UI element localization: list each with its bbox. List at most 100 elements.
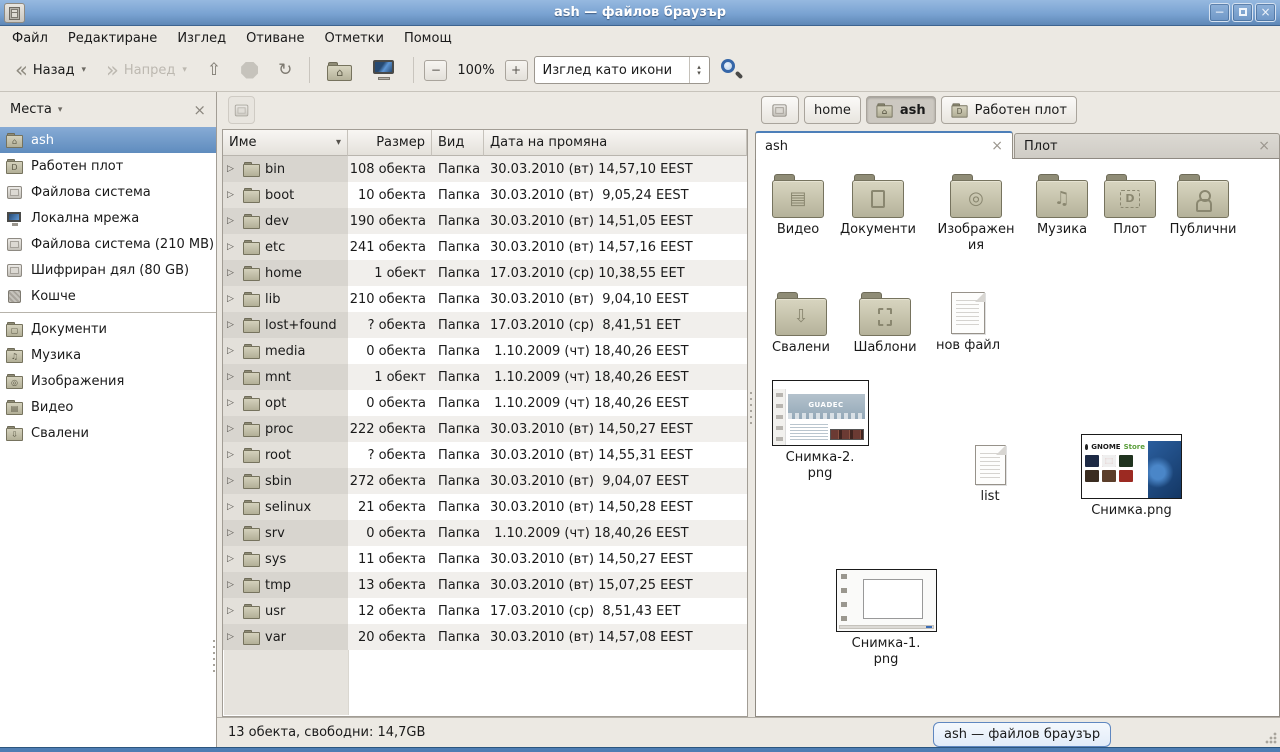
- sidebar-place-item[interactable]: D Работен плот: [0, 153, 216, 179]
- expander-icon[interactable]: ▷: [227, 294, 239, 304]
- pane-splitter-handle[interactable]: [749, 392, 754, 426]
- sidebar-place-item[interactable]: Файлова система (210 MB): [0, 231, 216, 257]
- search-button[interactable]: [720, 58, 744, 82]
- expander-icon[interactable]: ▷: [227, 502, 239, 512]
- table-row[interactable]: ▷ lib 210 обекта Папка 30.03.2010 (вт) 9…: [223, 286, 747, 312]
- back-history-dropdown-icon[interactable]: ▾: [81, 65, 86, 75]
- expander-icon[interactable]: ▷: [227, 320, 239, 330]
- sidebar-place-item[interactable]: ▢ Документи: [0, 316, 216, 342]
- tab-ash[interactable]: ash ×: [755, 131, 1013, 159]
- zoom-in-button[interactable]: +: [505, 60, 528, 81]
- minimize-button[interactable]: −: [1209, 3, 1230, 22]
- icon-view[interactable]: ▤ Видео Документи ◎ Изображен ия ♫ Музик…: [755, 158, 1280, 717]
- column-header-name[interactable]: Име ▾: [223, 130, 348, 156]
- column-header-date[interactable]: Дата на промяна: [484, 130, 747, 156]
- tab-close-icon[interactable]: ×: [991, 138, 1003, 154]
- expander-icon[interactable]: ▷: [227, 372, 239, 382]
- table-row[interactable]: ▷ var 20 обекта Папка 30.03.2010 (вт) 14…: [223, 624, 747, 650]
- expander-icon[interactable]: ▷: [227, 398, 239, 408]
- icon-item-templates[interactable]: Шаблони: [843, 292, 927, 356]
- stop-button[interactable]: [234, 59, 265, 82]
- table-row[interactable]: ▷ usr 12 обекта Папка 17.03.2010 (ср) 8,…: [223, 598, 747, 624]
- icon-item-public[interactable]: Публични: [1161, 174, 1245, 238]
- sidebar-place-item[interactable]: ▤ Видео: [0, 394, 216, 420]
- sidebar-splitter-handle[interactable]: [212, 640, 217, 674]
- menu-item[interactable]: Изглед: [167, 29, 236, 48]
- icon-item-snimka-1[interactable]: Снимка-1. png: [830, 569, 942, 667]
- expander-icon[interactable]: ▷: [227, 424, 239, 434]
- table-row[interactable]: ▷ bin 108 обекта Папка 30.03.2010 (вт) 1…: [223, 156, 747, 182]
- column-header-type[interactable]: Вид: [432, 130, 484, 156]
- icon-item-documents[interactable]: Документи: [835, 174, 921, 238]
- sidebar-place-item[interactable]: ◎ Изображения: [0, 368, 216, 394]
- icon-item-desktop[interactable]: D Плот: [1088, 174, 1172, 238]
- sidebar-place-item[interactable]: ⇩ Свалени: [0, 420, 216, 446]
- sidebar-place-item[interactable]: ⌂ ash: [0, 127, 216, 153]
- table-row[interactable]: ▷ tmp 13 обекта Папка 30.03.2010 (вт) 15…: [223, 572, 747, 598]
- expander-icon[interactable]: ▷: [227, 190, 239, 200]
- icon-item-downloads[interactable]: ⇩ Свалени: [759, 292, 843, 356]
- table-row[interactable]: ▷ srv 0 обекта Папка 1.10.2009 (чт) 18,4…: [223, 520, 747, 546]
- tab-close-icon[interactable]: ×: [1258, 138, 1270, 154]
- table-row[interactable]: ▷ proc 222 обекта Папка 30.03.2010 (вт) …: [223, 416, 747, 442]
- up-button[interactable]: ⇧: [200, 57, 228, 83]
- table-row[interactable]: ▷ dev 190 обекта Папка 30.03.2010 (вт) 1…: [223, 208, 747, 234]
- menu-item[interactable]: Помощ: [394, 29, 462, 48]
- sidebar-place-item[interactable]: Локална мрежа: [0, 205, 216, 231]
- root-drive-button[interactable]: [228, 96, 255, 124]
- expander-icon[interactable]: ▷: [227, 346, 239, 356]
- menu-item[interactable]: Файл: [2, 29, 58, 48]
- table-row[interactable]: ▷ boot 10 обекта Папка 30.03.2010 (вт) 9…: [223, 182, 747, 208]
- zoom-out-button[interactable]: −: [424, 60, 447, 81]
- table-row[interactable]: ▷ etc 241 обекта Папка 30.03.2010 (вт) 1…: [223, 234, 747, 260]
- menu-item[interactable]: Отметки: [314, 29, 393, 48]
- sidebar-place-item[interactable]: Кошче: [0, 283, 216, 309]
- icon-item-video[interactable]: ▤ Видео: [756, 174, 840, 238]
- expander-icon[interactable]: ▷: [227, 606, 239, 616]
- sidebar-place-item[interactable]: ♫ Музика: [0, 342, 216, 368]
- expander-icon[interactable]: ▷: [227, 632, 239, 642]
- expander-icon[interactable]: ▷: [227, 242, 239, 252]
- forward-button[interactable]: » Напред ▾: [99, 58, 194, 82]
- table-row[interactable]: ▷ sbin 272 обекта Папка 30.03.2010 (вт) …: [223, 468, 747, 494]
- icon-item-snimka-2[interactable]: GUADEC Снимка-2. png: [764, 380, 876, 481]
- icon-item-images[interactable]: ◎ Изображен ия: [934, 174, 1018, 253]
- reload-button[interactable]: ↻: [271, 57, 299, 83]
- back-button[interactable]: « Назад ▾: [8, 58, 93, 82]
- maximize-button[interactable]: [1232, 3, 1253, 22]
- resize-grip[interactable]: [1264, 731, 1278, 745]
- sidebar-pane-selector[interactable]: Места ▾: [10, 102, 62, 117]
- table-row[interactable]: ▷ opt 0 обекта Папка 1.10.2009 (чт) 18,4…: [223, 390, 747, 416]
- sidebar-place-item[interactable]: Файлова система: [0, 179, 216, 205]
- expander-icon[interactable]: ▷: [227, 268, 239, 278]
- table-row[interactable]: ▷ root ? обекта Папка 30.03.2010 (вт) 14…: [223, 442, 747, 468]
- expander-icon[interactable]: ▷: [227, 554, 239, 564]
- table-row[interactable]: ▷ media 0 обекта Папка 1.10.2009 (чт) 18…: [223, 338, 747, 364]
- expander-icon[interactable]: ▷: [227, 476, 239, 486]
- icon-item-snimka[interactable]: GNOME Store Снимка.png: [1074, 434, 1189, 519]
- table-row[interactable]: ▷ mnt 1 обект Папка 1.10.2009 (чт) 18,40…: [223, 364, 747, 390]
- expander-icon[interactable]: ▷: [227, 528, 239, 538]
- menu-item[interactable]: Отиване: [236, 29, 314, 48]
- path-root-button[interactable]: [761, 96, 799, 124]
- tab-desktop[interactable]: Плот ×: [1014, 133, 1280, 159]
- table-row[interactable]: ▷ home 1 обект Папка 17.03.2010 (ср) 10,…: [223, 260, 747, 286]
- home-button[interactable]: ⌂: [320, 57, 359, 84]
- path-button-ash[interactable]: ⌂ ash: [866, 96, 936, 124]
- expander-icon[interactable]: ▷: [227, 164, 239, 174]
- expander-icon[interactable]: ▷: [227, 450, 239, 460]
- column-header-size[interactable]: Размер: [348, 130, 432, 156]
- view-mode-spinner-icon[interactable]: ▴▾: [689, 57, 709, 83]
- sidebar-close-icon[interactable]: ×: [193, 101, 206, 119]
- computer-button[interactable]: [365, 57, 403, 83]
- expander-icon[interactable]: ▷: [227, 580, 239, 590]
- path-button-home[interactable]: home: [804, 96, 861, 124]
- icon-item-list[interactable]: list: [960, 445, 1020, 505]
- close-button[interactable]: ×: [1255, 3, 1276, 22]
- sidebar-place-item[interactable]: Шифриран дял (80 GB): [0, 257, 216, 283]
- table-row[interactable]: ▷ sys 11 обекта Папка 30.03.2010 (вт) 14…: [223, 546, 747, 572]
- table-row[interactable]: ▷ selinux 21 обекта Папка 30.03.2010 (вт…: [223, 494, 747, 520]
- expander-icon[interactable]: ▷: [227, 216, 239, 226]
- path-button-desktop[interactable]: D Работен плот: [941, 96, 1077, 124]
- menu-item[interactable]: Редактиране: [58, 29, 167, 48]
